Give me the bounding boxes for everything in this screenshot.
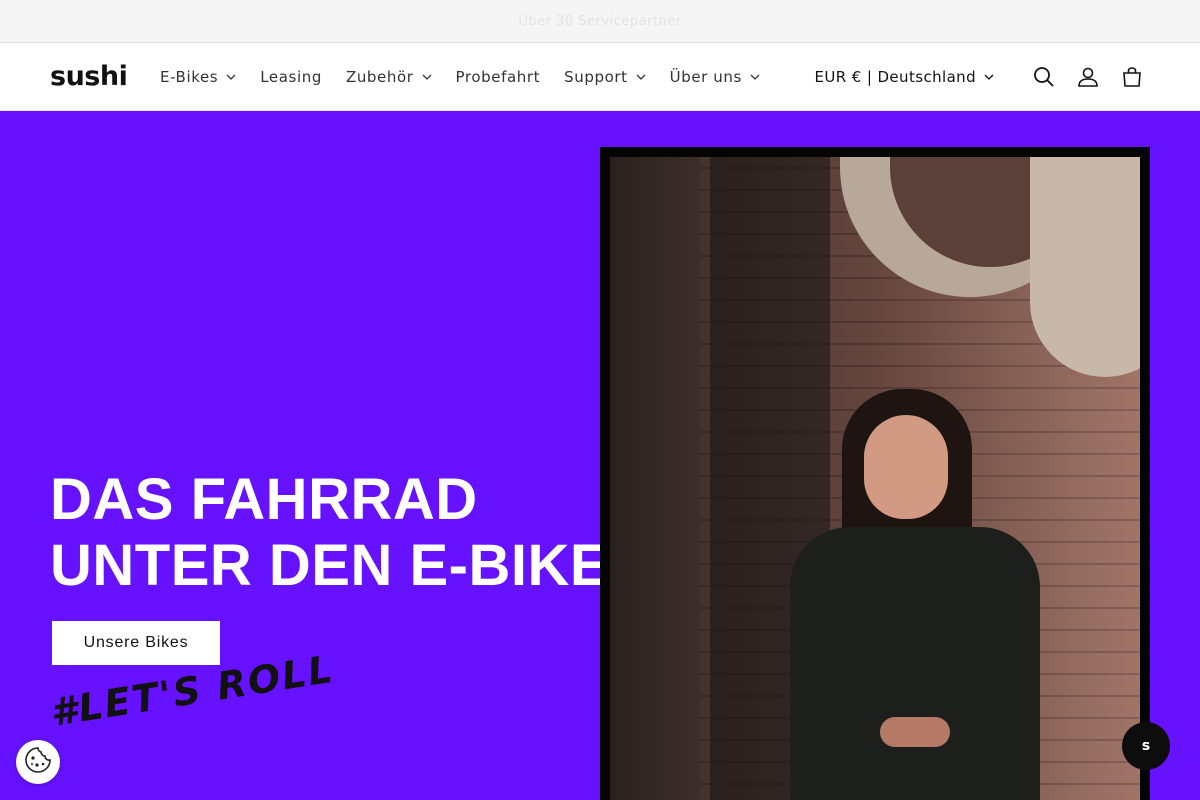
chat-widget-button[interactable]: s [1122,722,1170,770]
locale-selector[interactable]: EUR € | Deutschland [814,68,994,86]
nav-item-e-bikes[interactable]: E-Bikes [160,68,236,86]
header-actions: EUR € | Deutschland [814,43,1144,111]
hero-title-line-2: UNTER DEN E-BIKES [50,533,649,598]
nav-item-label: E-Bikes [160,68,219,86]
nav-item-label: Über uns [669,68,742,86]
chevron-down-icon [422,74,432,80]
hero-photo [610,157,1140,800]
locale-label: EUR € | Deutschland [814,68,976,86]
logo[interactable]: sushi [50,61,128,92]
cookie-settings-button[interactable] [16,740,60,784]
chevron-down-icon [226,74,236,80]
nav-item-probefahrt[interactable]: Probefahrt [456,68,541,86]
site-header: sushi E-Bikes Leasing Zubehör Probefahrt… [0,43,1200,111]
nav-item-ueber-uns[interactable]: Über uns [670,68,760,86]
nav-item-label: Probefahrt [455,68,541,86]
hero-banner: DAS FAHRRAD UNTER DEN E-BIKES Unsere Bik… [0,111,1200,800]
chevron-down-icon [984,74,994,80]
nav-item-leasing[interactable]: Leasing [260,68,322,86]
hero-title-line-1: DAS FAHRRAD [50,467,478,532]
nav-item-support[interactable]: Support [564,68,646,86]
search-icon[interactable] [1032,65,1056,89]
cart-icon[interactable] [1120,65,1144,89]
announcement-text: Über 30 Servicepartner [518,13,682,29]
nav-item-zubehoer[interactable]: Zubehör [346,68,432,86]
our-bikes-button[interactable]: Unsere Bikes [52,621,220,665]
announcement-bar: Über 30 Servicepartner [0,0,1200,43]
cookie-icon [24,746,52,778]
chevron-down-icon [636,74,646,80]
account-icon[interactable] [1076,65,1100,89]
hero-image-frame [600,147,1150,800]
chevron-down-icon [750,74,760,80]
hero-title: DAS FAHRRAD UNTER DEN E-BIKES [50,467,649,599]
main-nav: E-Bikes Leasing Zubehör Probefahrt Suppo… [160,43,760,111]
nav-item-label: Leasing [260,68,322,86]
nav-item-label: Zubehör [345,68,414,86]
nav-item-label: Support [564,68,628,86]
